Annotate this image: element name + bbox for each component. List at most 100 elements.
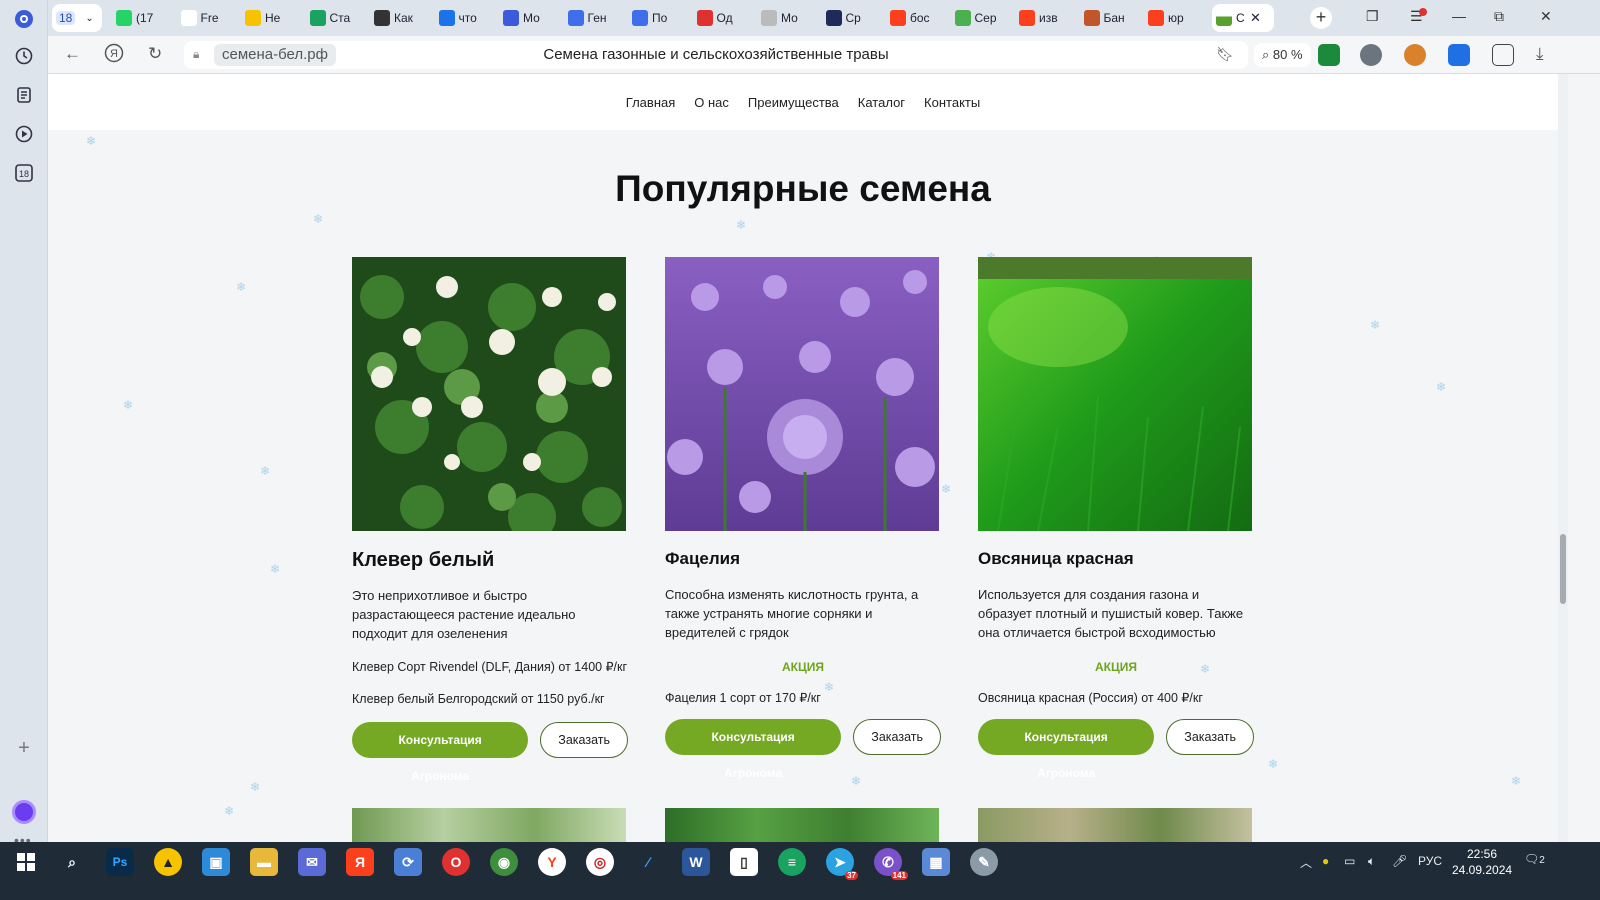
calendar-icon[interactable]: 18: [10, 159, 38, 187]
word-icon[interactable]: W: [682, 848, 710, 876]
browser-tab[interactable]: Ср: [822, 4, 883, 32]
close-icon[interactable]: ✕: [1250, 10, 1261, 26]
reload-icon[interactable]: ↻: [148, 44, 162, 64]
clock[interactable]: 22:56 24.09.2024: [1452, 846, 1512, 878]
consult-agronomist-button[interactable]: Консультация Агронома: [665, 719, 842, 780]
paint-icon[interactable]: ✎: [970, 848, 998, 876]
menu-icon[interactable]: ☰: [1410, 8, 1427, 25]
snowflake-icon: ❄: [236, 280, 247, 294]
tab-active[interactable]: С ✕: [1212, 4, 1274, 32]
language-indicator[interactable]: РУС: [1418, 854, 1442, 868]
consult-agronomist-button[interactable]: Консультация Агронома: [978, 719, 1155, 780]
app-icon[interactable]: ∕: [634, 848, 662, 876]
browser-tab[interactable]: Как: [370, 4, 431, 32]
document-icon[interactable]: ▯: [730, 848, 758, 876]
opera-icon[interactable]: O: [442, 848, 470, 876]
extensions-icon[interactable]: [1492, 44, 1514, 66]
browser-logo-icon[interactable]: [10, 5, 38, 33]
microphone-icon[interactable]: 🎤︎: [1392, 854, 1407, 868]
address-bar[interactable]: 🔒︎ семена-бел.рф Семена газонные и сельс…: [184, 41, 1248, 69]
browser-tab[interactable]: Fre: [177, 4, 238, 32]
bank-icon: [1083, 10, 1100, 26]
browser-tab[interactable]: изв: [1015, 4, 1076, 32]
app-icon[interactable]: ▲: [154, 848, 182, 876]
tray-chevron-icon[interactable]: ︿: [1300, 854, 1312, 871]
extension-y-icon[interactable]: [1448, 44, 1470, 66]
telegram-icon[interactable]: ➤ 37: [826, 848, 858, 880]
browser-tab[interactable]: юр: [1144, 4, 1205, 32]
fescue-photo: [978, 257, 1252, 531]
tab-count-label: 18: [56, 11, 76, 25]
history-icon[interactable]: [10, 42, 38, 70]
browser-tab[interactable]: Бан: [1080, 4, 1141, 32]
viber-icon[interactable]: ✆ 141: [874, 848, 908, 880]
loading-icon: [761, 10, 777, 26]
tab-count-button[interactable]: 18 ⌄: [52, 4, 102, 32]
zoom-button[interactable]: ⌕ 80 %: [1254, 43, 1311, 67]
extension-vpn-icon[interactable]: [1360, 44, 1382, 66]
consult-agronomist-button[interactable]: Консультация Агронома: [352, 722, 529, 783]
search-icon[interactable]: ⌕: [58, 848, 86, 876]
battery-icon[interactable]: ▭: [1344, 854, 1355, 868]
browser-tab[interactable]: (17: [112, 4, 173, 32]
nav-link[interactable]: Каталог: [858, 95, 905, 110]
tab-label: юр: [1168, 11, 1184, 25]
tray-app-icon[interactable]: ●: [1322, 854, 1329, 868]
order-button[interactable]: Заказать: [1166, 719, 1254, 755]
app-icon[interactable]: ◎: [586, 848, 614, 876]
app-icon[interactable]: ≡: [778, 848, 806, 876]
card-title: Овсяница красная: [978, 549, 1134, 568]
window-close-icon[interactable]: ✕: [1540, 8, 1552, 25]
nav-link[interactable]: О нас: [694, 95, 729, 110]
extension-excel-icon[interactable]: [1318, 44, 1340, 66]
video-icon[interactable]: [10, 120, 38, 148]
windows-start-icon[interactable]: [12, 848, 40, 876]
notifications-icon[interactable]: 🗨︎2: [1524, 852, 1545, 866]
tabs-manager-icon[interactable]: ❐: [1366, 8, 1379, 25]
folder-icon[interactable]: ▬: [250, 848, 278, 876]
new-tab-button[interactable]: +: [1310, 7, 1332, 29]
order-button[interactable]: Заказать: [853, 719, 941, 755]
minimize-icon[interactable]: —: [1452, 8, 1466, 24]
product-card: Овсяница красная Используется для создан…: [978, 257, 1254, 780]
sheets-icon: [309, 10, 326, 26]
browser-tab[interactable]: Ста: [306, 4, 367, 32]
back-icon[interactable]: ←: [64, 44, 81, 64]
nav-link[interactable]: Главная: [626, 95, 675, 110]
nav-link[interactable]: Преимущества: [748, 95, 839, 110]
mail-app-icon[interactable]: ✉: [298, 848, 326, 876]
browser-tab[interactable]: Ген: [564, 4, 625, 32]
alice-assistant-icon[interactable]: [12, 800, 36, 824]
scrollbar[interactable]: [1558, 74, 1568, 842]
app-icon[interactable]: ⟳: [394, 848, 422, 876]
price-line: Клевер белый Белгородский от 1150 руб./к…: [352, 692, 605, 706]
collections-icon[interactable]: [10, 81, 38, 109]
chrome-icon[interactable]: ◉: [490, 848, 518, 876]
sheet-icon: [954, 10, 971, 26]
extension-mascot-icon[interactable]: [1404, 44, 1426, 66]
nav-link[interactable]: Контакты: [924, 95, 980, 110]
video-app-icon[interactable]: ▣: [202, 848, 230, 876]
yandex-icon[interactable]: Я: [346, 848, 374, 876]
order-button[interactable]: Заказать: [540, 722, 628, 758]
yandex-home-icon[interactable]: Я: [104, 43, 124, 68]
browser-tab[interactable]: Не: [241, 4, 302, 32]
browser-tab[interactable]: Од: [693, 4, 754, 32]
snowflake-icon: ❄: [260, 464, 271, 478]
product-card: Клевер белый Это неприхотливое и быстро …: [352, 257, 628, 783]
app-icon[interactable]: ▦: [922, 848, 950, 876]
add-panel-icon[interactable]: +: [10, 734, 38, 762]
browser-tab[interactable]: Сер: [951, 4, 1012, 32]
scrollbar-thumb[interactable]: [1560, 534, 1566, 604]
browser-tab[interactable]: что: [435, 4, 496, 32]
restore-icon[interactable]: ⧉: [1494, 8, 1504, 25]
browser-tab[interactable]: бос: [886, 4, 947, 32]
browser-tab[interactable]: Мо: [499, 4, 560, 32]
yandex-browser-icon[interactable]: Y: [538, 848, 566, 876]
browser-tab[interactable]: Мо: [757, 4, 818, 32]
browser-tab[interactable]: По: [628, 4, 689, 32]
volume-icon[interactable]: 🔈︎: [1368, 854, 1375, 869]
downloads-icon[interactable]: ⤓: [1536, 44, 1544, 64]
photoshop-icon[interactable]: Ps: [106, 848, 134, 876]
bookmark-icon[interactable]: 🔖︎: [1216, 46, 1234, 63]
